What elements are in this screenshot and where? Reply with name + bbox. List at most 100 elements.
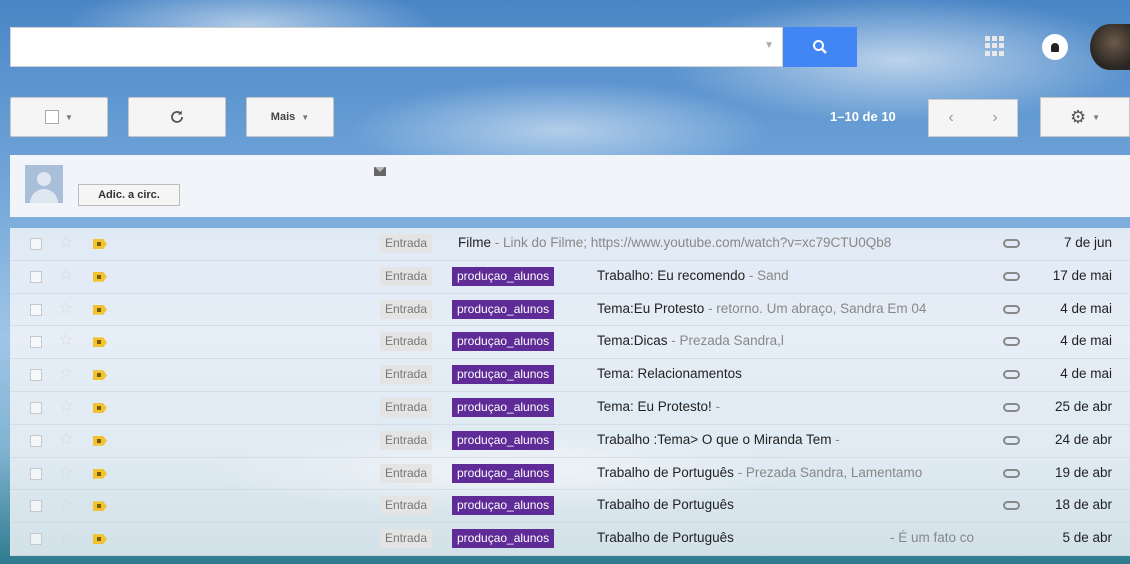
envelope-icon[interactable] [374,167,386,176]
star-icon[interactable]: ☆ [59,267,73,285]
row-checkbox[interactable] [30,401,42,414]
email-row[interactable]: ☆ Entrada produçao_alunos Trabalho :Tema> O… [10,424,1130,458]
row-checkbox[interactable] [30,500,42,513]
row-checkbox[interactable] [30,369,42,382]
important-marker-icon[interactable] [93,304,107,315]
star-icon[interactable]: ☆ [59,464,73,482]
email-date: 5 de abr [1062,530,1112,546]
subject-text: Trabalho :Tema> O que o Miranda Tem [597,431,832,447]
star-icon[interactable]: ☆ [59,529,73,547]
email-row[interactable]: ☆ Entrada Filme - Link do Filme; https://w… [10,228,1130,261]
email-row[interactable]: ☆ Entrada produçao_alunos Trabalho de Portu… [10,490,1130,524]
row-checkbox[interactable] [30,533,42,546]
more-button-label: Mais [270,111,296,123]
email-date: 4 de mai [1060,333,1112,349]
row-checkbox[interactable] [30,467,42,480]
chevron-down-icon: ▼ [301,112,310,122]
subject-text: Tema: Eu Protesto! [597,398,712,414]
email-row[interactable]: ☆ Entrada produçao_alunos Trabalho de Portu… [10,523,1130,556]
inbox-label: Entrada [380,397,433,417]
account-avatar[interactable] [1090,24,1130,70]
email-date: 19 de abr [1054,464,1112,480]
row-checkbox[interactable] [30,270,42,283]
attachment-icon [1003,435,1020,445]
email-row[interactable]: ☆ Entrada produçao_alunos Trabalho: Eu reco… [10,260,1130,294]
next-page-button[interactable]: › [973,100,1017,136]
prev-page-button[interactable]: ‹ [929,100,973,136]
email-subject: Tema: Relacionamentos [597,366,742,381]
email-subject: Tema: Eu Protesto! - [597,399,720,414]
attachment-icon [1003,370,1020,380]
important-marker-icon[interactable] [93,501,107,512]
subject-text: Filme [458,235,491,250]
attachment-icon [1003,337,1020,347]
search-input[interactable]: ▼ [10,27,783,67]
email-snippet-tail: - É um fato co [890,530,975,546]
star-icon[interactable]: ☆ [59,398,73,416]
email-date: 7 de jun [1063,235,1112,250]
email-date: 18 de abr [1054,497,1112,513]
email-date: 24 de abr [1054,431,1112,447]
email-snippet: - Link do Filme; https://www.youtube.com… [491,235,892,250]
row-checkbox[interactable] [30,238,42,250]
label-tag[interactable]: produçao_alunos [452,496,555,516]
email-subject: Trabalho de Português [597,530,734,545]
settings-button[interactable]: ⚙ ▼ [1040,97,1130,137]
star-icon[interactable]: ☆ [59,300,73,318]
important-marker-icon[interactable] [93,370,107,381]
email-snippet: - Sand [745,267,789,283]
more-button[interactable]: Mais ▼ [246,97,334,137]
star-icon[interactable]: ☆ [59,431,73,449]
important-marker-icon[interactable] [93,435,107,446]
inbox-label: Entrada [380,365,433,385]
inbox-label: Entrada [380,529,433,549]
inbox-label: Entrada [380,234,433,253]
inbox-label: Entrada [380,299,433,319]
label-tag[interactable]: produçao_alunos [452,463,555,483]
gear-icon: ⚙ [1069,106,1087,127]
email-row[interactable]: ☆ Entrada produçao_alunos Trabalho de Portu… [10,457,1130,491]
attachment-icon [1003,501,1020,511]
search-options-icon[interactable]: ▼ [764,40,774,51]
inbox-label: Entrada [380,496,433,516]
row-checkbox[interactable] [30,336,42,349]
inbox-label: Entrada [380,430,433,450]
select-checkbox-icon [45,110,60,124]
star-icon[interactable]: ☆ [59,234,73,252]
label-tag[interactable]: produçao_alunos [452,430,555,450]
notifications-icon[interactable] [1042,34,1068,60]
email-subject: Tema:Eu Protesto - retorno. Um abraço, S… [597,301,926,316]
select-all-button[interactable]: ▼ [10,97,108,137]
email-row[interactable]: ☆ Entrada produçao_alunos Tema:Eu Protesto … [10,293,1130,327]
label-tag[interactable]: produçao_alunos [452,529,555,549]
add-to-circles-button[interactable]: Adic. a circ. [78,184,180,206]
important-marker-icon[interactable] [93,402,107,413]
email-snippet: - Prezada Sandra,l [667,333,784,349]
important-marker-icon[interactable] [93,534,107,545]
label-tag[interactable]: produçao_alunos [452,365,555,385]
star-icon[interactable]: ☆ [59,365,73,383]
email-row[interactable]: ☆ Entrada produçao_alunos Tema:Dicas - Prez… [10,326,1130,360]
important-marker-icon[interactable] [93,271,107,282]
search-button[interactable] [783,27,857,67]
email-subject: Tema:Dicas - Prezada Sandra,l [597,333,784,348]
star-icon[interactable]: ☆ [59,332,73,350]
row-checkbox[interactable] [30,303,42,316]
email-row[interactable]: ☆ Entrada produçao_alunos Tema: Relacioname… [10,359,1130,392]
star-icon[interactable]: ☆ [59,496,73,514]
email-row[interactable]: ☆ Entrada produçao_alunos Tema: Eu Protesto… [10,391,1130,425]
email-snippet: - [831,431,840,447]
search-icon [813,40,827,54]
important-marker-icon[interactable] [93,468,107,479]
row-checkbox[interactable] [30,434,42,447]
apps-grid-icon[interactable] [985,36,1005,56]
label-tag[interactable]: produçao_alunos [452,397,555,417]
label-tag[interactable]: produçao_alunos [452,332,555,352]
label-tag[interactable]: produçao_alunos [452,266,555,286]
important-marker-icon[interactable] [93,337,107,348]
important-marker-icon[interactable] [93,239,107,249]
email-snippet: - retorno. Um abraço, Sandra Em 04 [704,300,927,316]
refresh-button[interactable] [128,97,226,137]
email-date: 4 de mai [1060,366,1112,382]
label-tag[interactable]: produçao_alunos [452,299,555,319]
